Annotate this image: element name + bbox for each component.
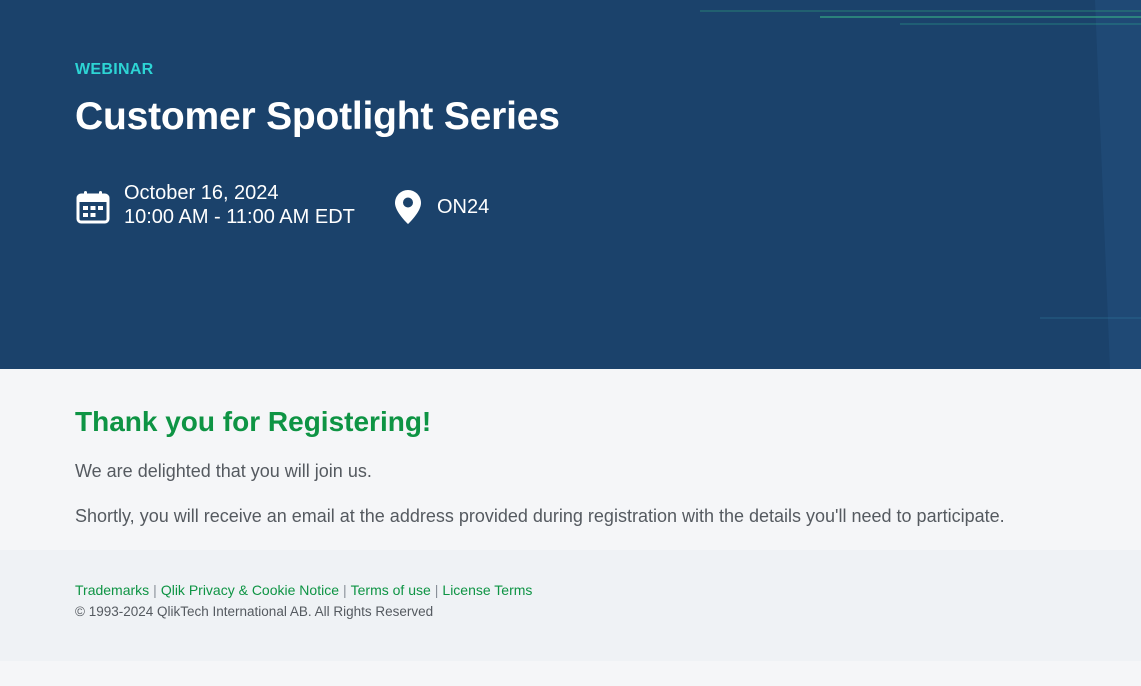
license-terms-link[interactable]: License Terms — [442, 582, 532, 598]
footer-links: Trademarks | Qlik Privacy & Cookie Notice |… — [75, 582, 532, 598]
event-time: 10:00 AM - 11:00 AM EDT — [124, 206, 355, 228]
terms-of-use-link[interactable]: Terms of use — [351, 582, 431, 598]
calendar-icon — [76, 191, 110, 224]
footer: Trademarks | Qlik Privacy & Cookie Notice |… — [0, 550, 1141, 661]
page-title: Customer Spotlight Series — [75, 95, 560, 138]
copyright-notice: © 1993-2024 QlikTech International AB. A… — [75, 604, 434, 619]
trademarks-link[interactable]: Trademarks — [75, 582, 149, 598]
footer-separator: | — [434, 582, 439, 598]
map-pin-icon — [395, 190, 421, 224]
confirmation-message: We are delighted that you will join us. — [75, 461, 372, 481]
confirmation-heading: Thank you for Registering! — [75, 406, 432, 437]
event-type-label: WEBINAR — [75, 61, 154, 78]
page-bottom — [0, 661, 1141, 686]
event-date: October 16, 2024 — [124, 182, 279, 204]
hero-banner: WEBINAR Customer Spotlight Series Octobe… — [0, 0, 1141, 369]
privacy-cookie-notice-link[interactable]: Qlik Privacy & Cookie Notice — [161, 582, 339, 598]
event-location-text: ON24 — [437, 195, 490, 218]
footer-separator: | — [153, 582, 157, 598]
event-location: ON24 — [394, 189, 489, 225]
event-datetime: October 16, 2024 10:00 AM - 11:00 AM EDT — [75, 181, 355, 229]
confirmation-details: Shortly, you will receive an email at th… — [75, 506, 1005, 526]
footer-separator: | — [342, 582, 347, 598]
